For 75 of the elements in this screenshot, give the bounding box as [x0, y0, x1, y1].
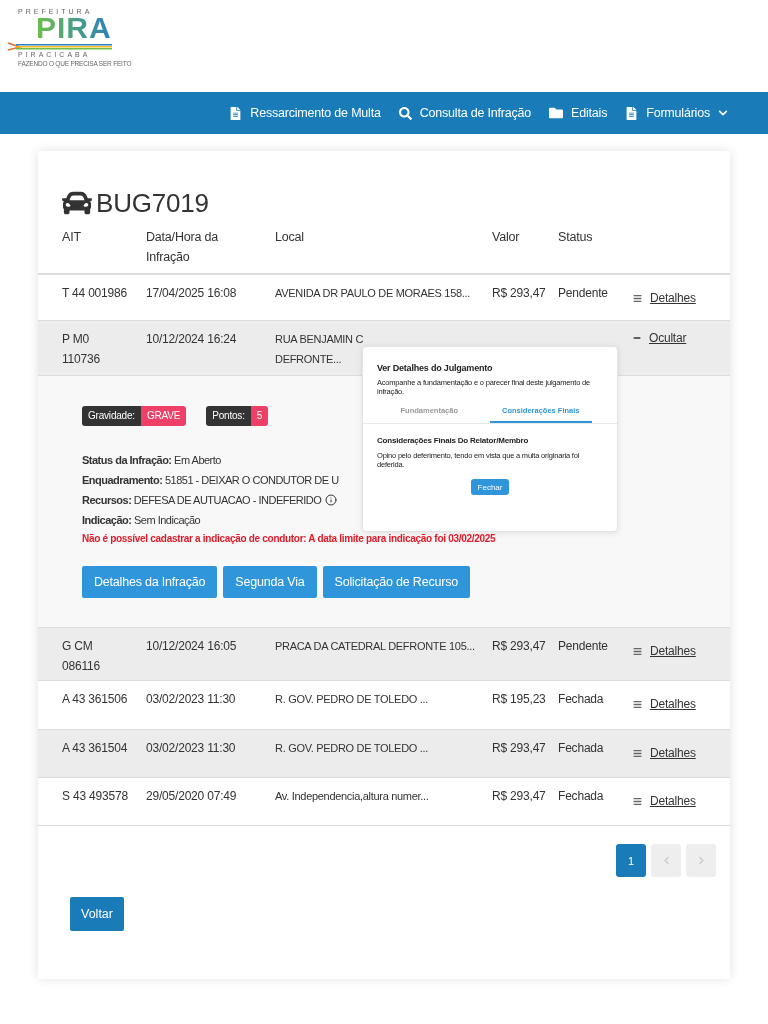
nav-link[interactable]: Consulta de Infração	[398, 106, 532, 120]
document-icon	[625, 106, 639, 120]
detail-text: Enquadramento: 51851 - DEIXAR O CONDUTOR DE U	[82, 473, 339, 488]
table-cell-text: RUA BENJAMIN C DEFRONTE...	[275, 332, 364, 367]
chevron-right-icon	[696, 856, 706, 865]
table-cell-text: Av. Independencia,altura numer...	[275, 789, 429, 804]
table-cell-text: Pendente	[558, 285, 609, 302]
column-header: Data/Hora da Infração	[146, 229, 219, 266]
detail-text: Indicação: Sem Indicação	[82, 513, 201, 528]
page-button[interactable]: 1	[616, 844, 646, 877]
column-header: Status	[558, 229, 594, 246]
table-cell-text: 03/02/2023 11:30	[146, 740, 237, 757]
list-icon	[633, 748, 642, 758]
table-cell-text: 17/04/2025 16:08	[146, 285, 238, 302]
badge-label: Pontos:	[206, 406, 251, 426]
table-cell-text: T 44 001986	[62, 285, 128, 302]
close-button[interactable]: Fechar	[471, 479, 509, 495]
details-link[interactable]: Detalhes	[633, 794, 730, 808]
table-cell-text: A 43 361506	[62, 691, 129, 708]
minus-icon	[633, 334, 641, 342]
action-button[interactable]: Detalhes da Infração	[82, 566, 218, 598]
folder-icon	[549, 106, 564, 120]
table-cell-text: R$ 293,47	[492, 285, 547, 302]
search-icon	[398, 106, 412, 120]
hide-link[interactable]: Ocultar	[633, 331, 730, 345]
table-cell-text: 29/05/2020 07:49	[146, 788, 238, 805]
chevron-left-icon	[661, 856, 671, 865]
table-cell-text: R$ 293,47	[492, 638, 547, 655]
table-cell-text: 10/12/2024 16:05	[146, 638, 238, 655]
popup-title: Ver Detalhes do Julgamento	[376, 363, 494, 373]
table-cell-text: G CM 086116	[62, 638, 101, 675]
info-icon[interactable]	[325, 494, 338, 506]
table-cell-text: Fechada	[558, 740, 605, 757]
detail-text: Recursos: DEFESA DE AUTUACAO - INDEFERIDO	[82, 493, 322, 508]
table-cell-text: R$ 293,47	[492, 788, 547, 805]
action-button[interactable]: Solicitação de Recurso	[322, 566, 470, 598]
table-cell-text: R. GOV. PEDRO DE TOLEDO ...	[275, 741, 429, 756]
nav-link[interactable]: Ressarcimento de Multa	[229, 106, 381, 120]
plate-title: BUG7019	[96, 187, 209, 219]
table-cell-text: Fechada	[558, 788, 605, 805]
nav-link[interactable]: Formulários	[625, 106, 728, 120]
logo-text: PIRA	[36, 15, 112, 41]
table-cell-text: 03/02/2023 11:30	[146, 691, 237, 708]
list-icon	[633, 796, 642, 806]
details-link[interactable]: Detalhes	[633, 644, 730, 658]
details-link[interactable]: Detalhes	[633, 291, 730, 305]
action-button[interactable]: Segunda Via	[223, 566, 317, 598]
column-header: Valor	[492, 229, 521, 246]
list-icon	[633, 293, 642, 303]
logo-stripes-icon	[6, 41, 114, 51]
detail-text: Status da Infração: Em Aberto	[82, 453, 221, 468]
table-cell-text: Fechada	[558, 691, 605, 708]
back-button[interactable]: Voltar	[70, 897, 124, 931]
column-header: AIT	[62, 229, 82, 246]
table-cell-text: P M0 110736	[62, 331, 101, 368]
warning-text: Não é possível cadastrar a indicação de condutor: A data limite para indicação foi 03/02/2025	[82, 533, 497, 544]
document-icon	[229, 106, 243, 120]
table-cell-text: AVENIDA DR PAULO DE MORAES 158...	[275, 286, 471, 301]
details-link[interactable]: Detalhes	[633, 697, 730, 711]
popup-heading: Considerações Finais Do Relator/Membro	[376, 436, 530, 445]
column-header: Local	[275, 229, 305, 246]
list-icon	[633, 646, 642, 656]
details-link[interactable]: Detalhes	[633, 746, 730, 760]
table-cell-text: A 43 361504	[62, 740, 129, 757]
nav-link[interactable]: Editais	[549, 106, 608, 120]
table-cell-text: PRACA DA CATEDRAL DEFRONTE 105...	[275, 639, 475, 654]
table-cell-text: R$ 195,23	[492, 691, 547, 708]
table-cell-text: S 43 493578	[62, 788, 129, 805]
table-cell-text: Pendente	[558, 638, 609, 655]
table-cell-text: 10/12/2024 16:24	[146, 331, 238, 348]
badge-value: GRAVE	[140, 406, 187, 426]
table-cell-text: R$ 293,47	[492, 740, 547, 757]
badge-label: Gravidade:	[82, 406, 141, 426]
table-cell-text: R. GOV. PEDRO DE TOLEDO ...	[275, 692, 429, 707]
list-icon	[633, 699, 642, 709]
